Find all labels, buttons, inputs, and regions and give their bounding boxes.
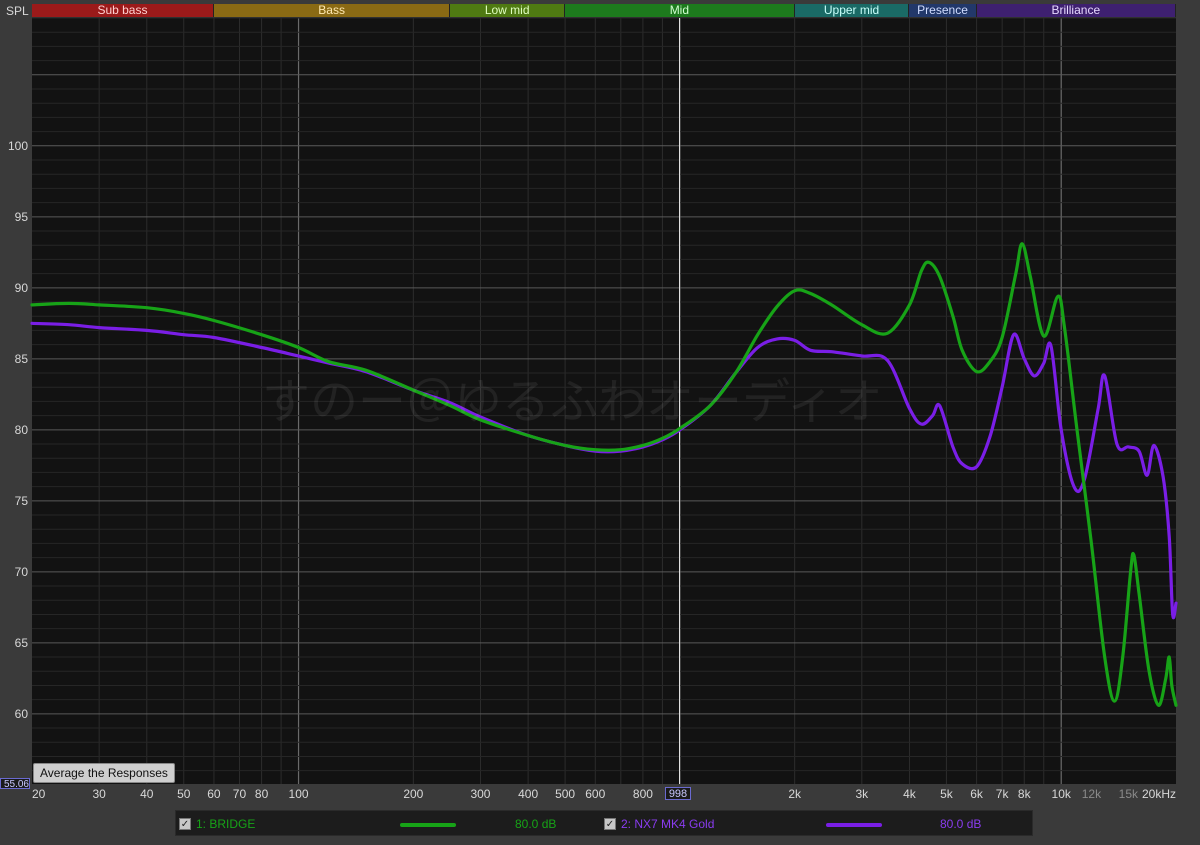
x-tick-label: 30 <box>92 787 106 801</box>
x-tick-label: 60 <box>207 787 221 801</box>
legend-name-2: 2: NX7 MK4 Gold <box>621 817 715 831</box>
x-tick-label: 20 <box>32 787 46 801</box>
x-tick-label: 8k <box>1018 787 1032 801</box>
x-tick-label: 7k <box>996 787 1010 801</box>
x-tick-label: 40 <box>140 787 154 801</box>
x-tick-label: 12k <box>1082 787 1102 801</box>
legend-checkbox-1[interactable]: ✓ <box>179 818 191 830</box>
cursor-x-readout: 998 <box>665 787 691 800</box>
x-tick-label: 100 <box>289 787 309 801</box>
x-tick-label: 6k <box>970 787 984 801</box>
cursor-y-readout: 55.06 <box>0 778 30 789</box>
frequency-response-chart[interactable]: 60 65 70 75 80 85 90 95 100 20 30 40 50 60 70 80 100 200 3… <box>0 0 1200 845</box>
y-tick-label: 70 <box>15 565 29 579</box>
legend-offset-2: 80.0 dB <box>940 817 982 831</box>
legend-checkbox-2[interactable]: ✓ <box>604 818 616 830</box>
y-tick-label: 90 <box>15 281 29 295</box>
x-tick-label: 3k <box>855 787 869 801</box>
y-tick-label: 95 <box>15 210 29 224</box>
x-tick-label: 15k <box>1119 787 1139 801</box>
x-tick-label: 800 <box>633 787 653 801</box>
legend-name-1: 1: BRIDGE <box>196 817 256 831</box>
y-tick-label: 75 <box>15 494 29 508</box>
y-tick-label: 85 <box>15 352 29 366</box>
y-tick-label: 60 <box>15 707 29 721</box>
x-tick-label: 200 <box>403 787 423 801</box>
y-tick-label: 65 <box>15 636 29 650</box>
legend-offset-1: 80.0 dB <box>515 817 557 831</box>
x-tick-label: 4k <box>903 787 917 801</box>
y-tick-label: 100 <box>8 139 28 153</box>
x-tick-label: 50 <box>177 787 191 801</box>
x-tick-label: 300 <box>470 787 490 801</box>
y-tick-label: 80 <box>15 423 29 437</box>
legend-swatch-1 <box>400 823 456 827</box>
x-tick-label: 400 <box>518 787 538 801</box>
x-tick-label: 600 <box>585 787 605 801</box>
legend-panel: ✓ 1: BRIDGE 80.0 dB ✓ 2: NX7 MK4 Gold 80… <box>175 810 1033 836</box>
x-tick-label: 10k <box>1052 787 1072 801</box>
x-tick-label: 2k <box>788 787 802 801</box>
x-tick-label: 20kHz <box>1142 787 1176 801</box>
x-tick-label: 500 <box>555 787 575 801</box>
legend-swatch-2 <box>826 823 882 827</box>
x-tick-label: 80 <box>255 787 269 801</box>
x-tick-label: 5k <box>940 787 954 801</box>
x-tick-label: 70 <box>233 787 247 801</box>
average-responses-button[interactable]: Average the Responses <box>33 763 175 783</box>
